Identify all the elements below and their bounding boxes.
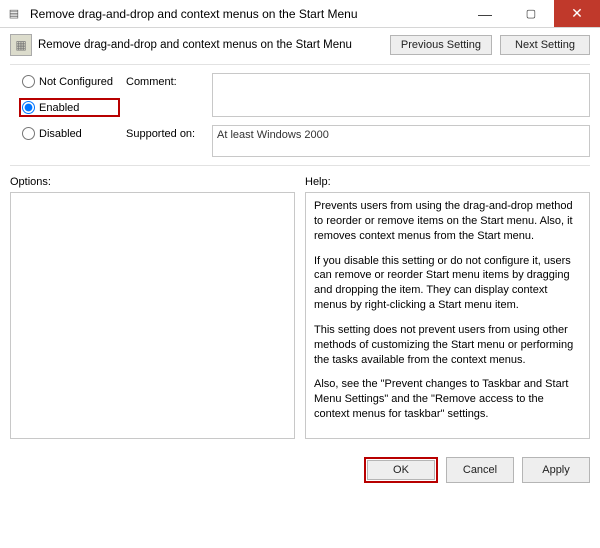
cancel-button[interactable]: Cancel xyxy=(446,457,514,483)
help-paragraph: Also, see the "Prevent changes to Taskba… xyxy=(314,377,581,422)
next-setting-button[interactable]: Next Setting xyxy=(500,35,590,55)
radio-not-configured[interactable]: Not Configured xyxy=(22,75,120,88)
minimize-button[interactable]: — xyxy=(462,0,508,27)
radio-not-configured-input[interactable] xyxy=(22,75,35,88)
policy-icon: ▦ xyxy=(10,34,32,56)
radio-not-configured-label: Not Configured xyxy=(39,76,113,88)
policy-title: Remove drag-and-drop and context menus o… xyxy=(38,39,384,51)
apply-button[interactable]: Apply xyxy=(522,457,590,483)
titlebar: ▤ Remove drag-and-drop and context menus… xyxy=(0,0,600,28)
help-paragraph: If you disable this setting or do not co… xyxy=(314,254,581,313)
settings-grid: Not Configured Enabled Disabled Comment:… xyxy=(10,73,590,157)
previous-setting-button[interactable]: Previous Setting xyxy=(390,35,492,55)
comment-textarea[interactable] xyxy=(212,73,590,117)
ok-highlight: OK xyxy=(364,457,438,483)
window-title: Remove drag-and-drop and context menus o… xyxy=(28,0,462,27)
footer: OK Cancel Apply xyxy=(0,449,600,493)
radio-enabled-label: Enabled xyxy=(39,102,79,114)
radio-enabled-input[interactable] xyxy=(22,101,35,114)
help-label: Help: xyxy=(305,176,590,188)
comment-label: Comment: xyxy=(126,73,206,88)
supported-textarea: At least Windows 2000 xyxy=(212,125,590,157)
radio-disabled-input[interactable] xyxy=(22,127,35,140)
radio-disabled[interactable]: Disabled xyxy=(22,127,120,140)
supported-label: Supported on: xyxy=(126,125,206,140)
maximize-button[interactable]: ▢ xyxy=(508,0,554,27)
help-paragraph: This setting does not prevent users from… xyxy=(314,323,581,368)
nav-buttons: Previous Setting Next Setting xyxy=(390,35,590,55)
window-buttons: — ▢ ✕ xyxy=(462,0,600,27)
options-column: Options: xyxy=(10,176,295,439)
options-panel xyxy=(10,192,295,439)
help-column: Help: Prevents users from using the drag… xyxy=(305,176,590,439)
content-area: ▦ Remove drag-and-drop and context menus… xyxy=(0,28,600,449)
separator-2 xyxy=(10,165,590,166)
app-icon: ▤ xyxy=(0,0,28,27)
radio-disabled-label: Disabled xyxy=(39,128,82,140)
header-row: ▦ Remove drag-and-drop and context menus… xyxy=(10,34,590,56)
state-radios: Not Configured Enabled Disabled xyxy=(10,73,120,140)
split-panels: Options: Help: Prevents users from using… xyxy=(10,176,590,439)
radio-enabled[interactable]: Enabled xyxy=(19,98,120,117)
close-button[interactable]: ✕ xyxy=(554,0,600,27)
help-paragraph: Prevents users from using the drag-and-d… xyxy=(314,199,581,244)
help-panel[interactable]: Prevents users from using the drag-and-d… xyxy=(305,192,590,439)
separator xyxy=(10,64,590,65)
options-label: Options: xyxy=(10,176,295,188)
ok-button[interactable]: OK xyxy=(367,460,435,480)
